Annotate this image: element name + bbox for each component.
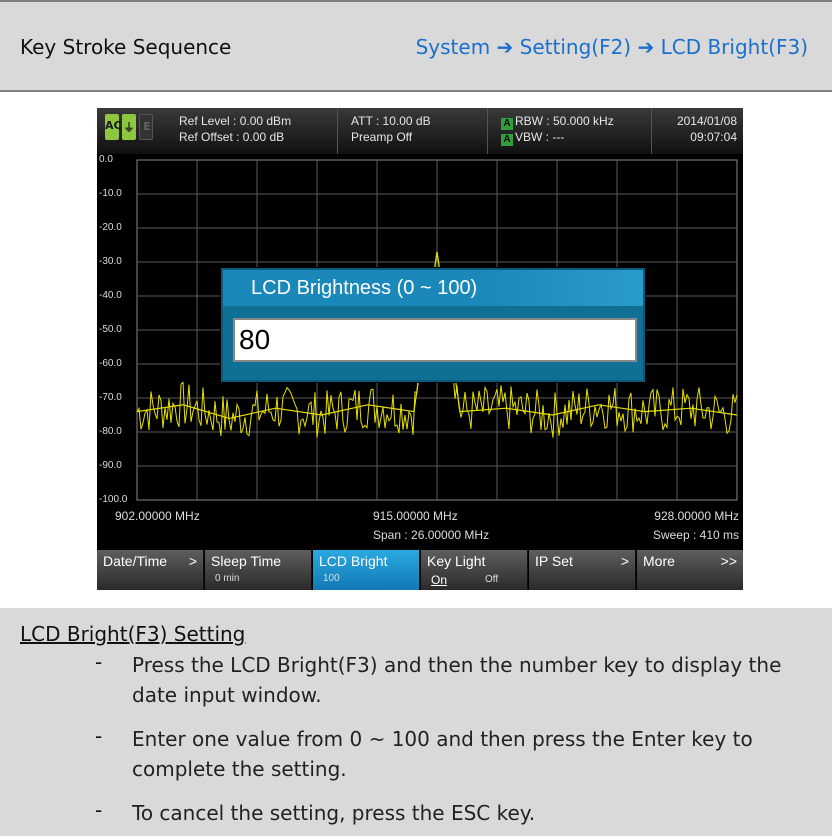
ref-level: Ref Level : 0.00 dBm [179, 114, 292, 128]
bullet-marker: - [95, 798, 103, 822]
span-label: Span : 26.00000 MHz [373, 528, 490, 542]
vbw-auto-badge: A [501, 134, 513, 146]
softkey-label: Sleep Time [211, 553, 282, 569]
y-tick-label: -100.0 [99, 494, 128, 505]
y-tick-label: -70.0 [99, 392, 122, 403]
instruction-2: Enter one value from 0 ~ 100 and then pr… [132, 727, 753, 781]
section-title: LCD Bright(F3) Setting [20, 622, 246, 646]
sweep-label: Sweep : 410 ms [652, 528, 739, 542]
rbw-value: RBW : 50.000 kHz [515, 114, 614, 128]
ref-offset: Ref Offset : 0.00 dB [179, 130, 285, 144]
softkey-more[interactable]: More >> [637, 550, 743, 590]
y-tick-label: -90.0 [99, 460, 122, 471]
instruction-1: Press the LCD Bright(F3) and then the nu… [132, 653, 782, 707]
vbw-value: VBW : --- [515, 130, 565, 144]
status-bar: AC ⏚ E Ref Level : 0.00 dBm Ref Offset :… [97, 108, 743, 154]
y-tick-label: 0.0 [99, 154, 113, 165]
softkey-date-time[interactable]: Date/Time > [97, 550, 204, 590]
y-tick-label: -50.0 [99, 324, 122, 335]
key-stroke-header: Key Stroke Sequence System ➔ Setting(F2)… [0, 0, 832, 92]
dialog-title: LCD Brightness (0 ~ 100) [223, 270, 643, 306]
rbw-auto-badge: A [501, 118, 513, 130]
bullet-marker: - [95, 724, 103, 748]
key-stroke-label: Key Stroke Sequence [20, 35, 232, 59]
x-end-label: 928.00000 MHz [654, 509, 739, 523]
x-center-label: 915.00000 MHz [373, 509, 458, 523]
attenuation: ATT : 10.00 dB [351, 114, 431, 128]
chevron-right-icon: > [620, 553, 629, 569]
softkey-key-light[interactable]: Key Light On Off [421, 550, 528, 590]
softkey-value: 100 [323, 573, 340, 584]
softkey-ip-set[interactable]: IP Set > [529, 550, 636, 590]
key-light-on-option: On [431, 573, 448, 587]
softkey-label: Key Light [427, 553, 486, 569]
instruction-3: To cancel the setting, press the ESC key… [132, 801, 536, 825]
y-tick-label: -80.0 [99, 426, 122, 437]
y-tick-label: -30.0 [99, 256, 122, 267]
spectrum-analyzer-screen: AC ⏚ E Ref Level : 0.00 dBm Ref Offset :… [97, 108, 743, 590]
bullet-marker: - [95, 650, 103, 674]
preamp-status: Preamp Off [351, 130, 413, 144]
y-tick-label: -60.0 [99, 358, 122, 369]
lcd-brightness-dialog: LCD Brightness (0 ~ 100) 80 [221, 268, 645, 382]
date-readout: 2014/01/08 [676, 114, 737, 128]
softkey-bar: Date/Time > Sleep Time 0 min LCD Bright … [97, 550, 743, 590]
y-tick-label: -20.0 [99, 222, 122, 233]
x-start-label: 902.00000 MHz [115, 509, 200, 523]
key-stroke-sequence: System ➔ Setting(F2) ➔ LCD Bright(F3) [415, 35, 808, 59]
y-tick-label: -40.0 [99, 290, 122, 301]
softkey-value: 0 min [215, 573, 240, 584]
chevron-right-icon: > [188, 553, 197, 569]
softkey-label: Date/Time [103, 553, 168, 569]
softkey-lcd-bright[interactable]: LCD Bright 100 [313, 550, 420, 590]
vbw-readout: A VBW : --- [501, 130, 564, 146]
double-chevron-right-icon: >> [720, 553, 737, 569]
brightness-input[interactable]: 80 [233, 318, 637, 362]
y-tick-label: -10.0 [99, 188, 122, 199]
softkey-sleep-time[interactable]: Sleep Time 0 min [205, 550, 312, 590]
key-light-off-option: Off [485, 574, 499, 585]
softkey-label: More [643, 553, 675, 569]
rbw-readout: A RBW : 50.000 kHz [501, 114, 614, 130]
plug-icon: ⏚ [122, 114, 136, 140]
softkey-label: LCD Bright [319, 553, 388, 569]
time-readout: 09:07:04 [690, 130, 737, 144]
ac-power-icon: AC [105, 114, 122, 140]
softkey-label: IP Set [535, 553, 573, 569]
ext-icon: E [139, 114, 153, 140]
